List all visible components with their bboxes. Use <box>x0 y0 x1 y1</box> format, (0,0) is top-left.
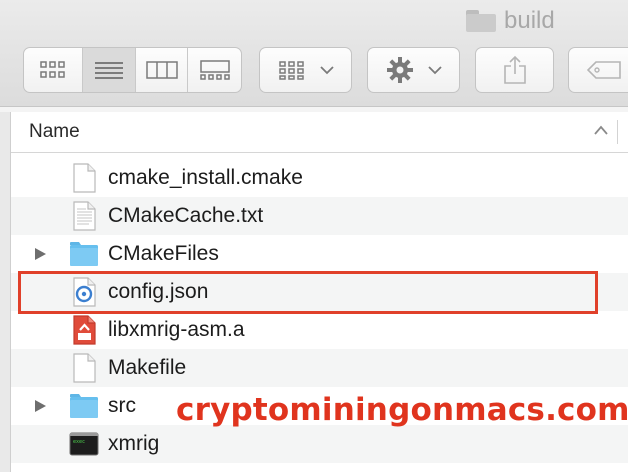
action-menu[interactable] <box>367 47 460 93</box>
list-view-icon <box>95 62 124 79</box>
file-name: Makefile <box>108 356 187 379</box>
file-name: cmake_install.cmake <box>108 166 303 189</box>
list-item[interactable]: Makefile <box>11 349 628 387</box>
group-by-button[interactable] <box>260 48 351 92</box>
column-view-icon <box>145 61 178 79</box>
column-view-button[interactable] <box>136 48 189 92</box>
gallery-view-button[interactable] <box>188 48 241 92</box>
action-menu-button[interactable] <box>368 48 459 92</box>
json-document-icon <box>73 277 96 307</box>
icon-view-icon <box>40 61 65 78</box>
file-name: CMakeFiles <box>108 242 219 265</box>
list-item[interactable]: libxmrig-asm.a <box>11 311 628 349</box>
document-icon <box>73 353 96 383</box>
watermark-text: cryptominingonmacs.com <box>176 392 628 428</box>
terminal-executable-icon: exec <box>69 432 99 456</box>
disclosure-triangle-icon[interactable] <box>33 247 47 261</box>
file-name: libxmrig-asm.a <box>108 318 245 341</box>
gallery-view-icon <box>199 60 230 80</box>
svg-text:exec: exec <box>73 439 85 445</box>
name-column-header[interactable]: Name <box>29 112 80 152</box>
window-title: build <box>466 6 555 36</box>
chevron-down-icon <box>319 66 334 75</box>
file-name: config.json <box>108 280 209 303</box>
document-icon <box>73 163 96 193</box>
folder-icon <box>70 394 98 418</box>
finder-toolbar: build <box>0 0 628 107</box>
group-grid-icon <box>278 61 304 80</box>
folder-icon <box>70 242 98 266</box>
icon-view-button[interactable] <box>24 48 84 92</box>
sort-ascending-icon[interactable] <box>593 124 609 136</box>
list-header: Name <box>11 112 628 153</box>
sidebar-edge[interactable] <box>0 112 11 472</box>
list-item[interactable]: cmake_install.cmake <box>11 159 628 197</box>
folder-icon <box>466 10 496 32</box>
list-view-button[interactable] <box>83 48 136 92</box>
column-separator <box>617 120 618 144</box>
list-item[interactable]: CMakeFiles <box>11 235 628 273</box>
file-name: xmrig <box>108 432 160 455</box>
group-by-menu[interactable] <box>259 47 352 93</box>
file-name: CMakeCache.txt <box>108 204 264 227</box>
tags-button-face[interactable] <box>569 48 628 92</box>
file-name: src <box>108 394 136 417</box>
list-item[interactable]: CMakeCache.txt <box>11 197 628 235</box>
list-item[interactable]: config.json <box>11 273 628 311</box>
archive-icon <box>73 315 96 345</box>
view-mode-control <box>23 47 242 93</box>
text-document-icon <box>73 201 96 231</box>
disclosure-triangle-icon[interactable] <box>33 399 47 413</box>
gear-icon <box>386 57 413 83</box>
share-icon <box>503 55 526 84</box>
share-button[interactable] <box>475 47 554 93</box>
window-title-label: build <box>504 7 555 34</box>
tag-icon <box>587 61 621 79</box>
share-button-face[interactable] <box>476 48 553 92</box>
chevron-down-icon <box>427 66 442 75</box>
tags-button[interactable] <box>568 47 628 93</box>
